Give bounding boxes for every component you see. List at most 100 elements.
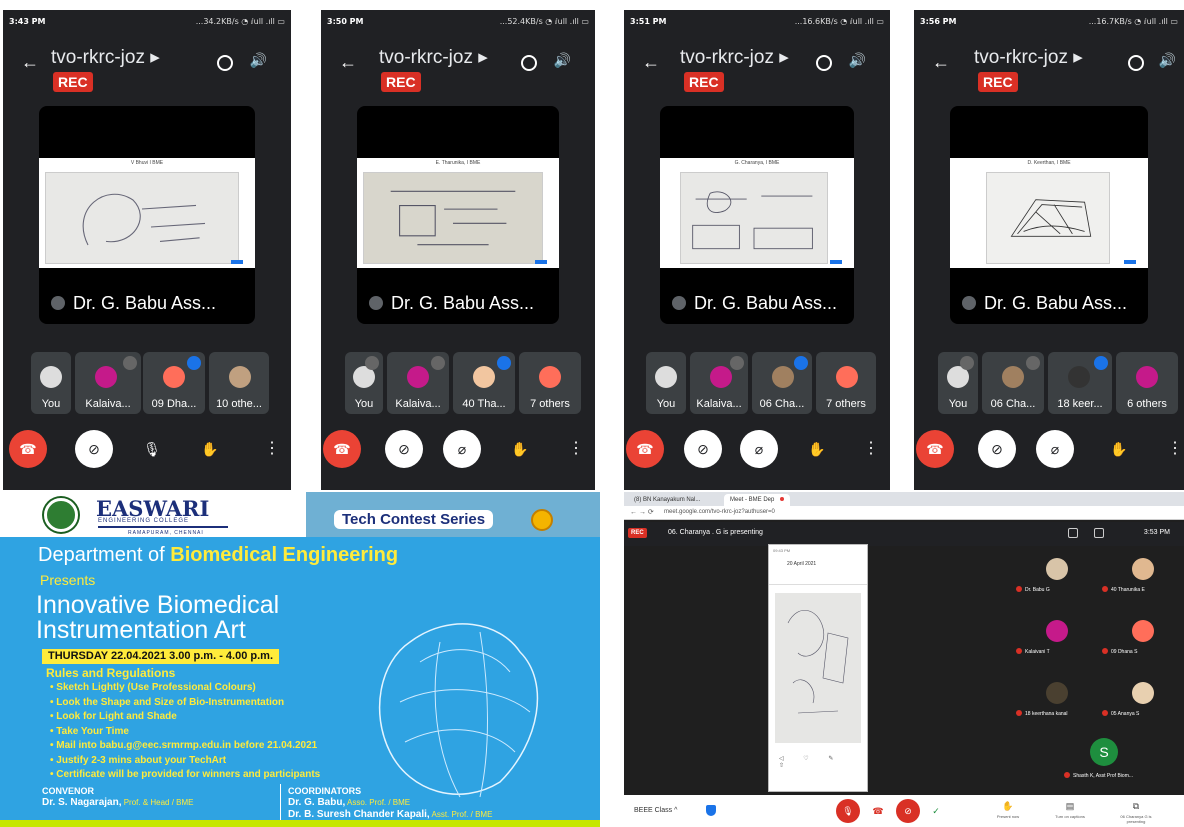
mic-off-button[interactable]: 🎙 — [836, 799, 860, 823]
avatar — [1046, 682, 1068, 704]
address-bar[interactable]: ← → ⟳ meet.google.com/tvo-rkrc-joz?authu… — [624, 506, 1184, 520]
speaking-icon — [1094, 356, 1108, 370]
participant-tile[interactable]: 09 Dha... — [143, 352, 205, 414]
back-arrow-icon[interactable]: ← — [932, 52, 950, 73]
switch-camera-icon[interactable] — [217, 55, 233, 71]
participant-tile[interactable]: Kalaiva... — [690, 352, 748, 414]
camera-toggle-button[interactable]: ⊘ — [75, 430, 113, 468]
end-call-button[interactable]: ☎ — [626, 430, 664, 468]
rules-title: Rules and Regulations — [46, 666, 176, 680]
captions-button[interactable]: ▤ Turn on captions — [1048, 801, 1092, 819]
avatar — [1132, 682, 1154, 704]
end-call-button[interactable]: ☎ — [323, 430, 361, 468]
participant-tile[interactable]: Dr. Babu G — [1012, 554, 1096, 600]
presenting-button[interactable]: ⧉ 06 Charanya G is presenting — [1114, 801, 1158, 824]
participant-tile[interactable]: You — [938, 352, 978, 414]
participant-tile[interactable]: 18 keerthana kanal — [1012, 678, 1096, 724]
presenter-tile[interactable]: E. Tharunika, I BME Dr. G. Babu Ass... — [357, 106, 559, 324]
participant-tile[interactable]: 09 Dhana S — [1098, 616, 1182, 662]
phone-screen-1: 3:43 PM ...34.2KB/s ◔ ⅈull .ıll ▭ ← tvo-r… — [3, 10, 291, 490]
mic-button[interactable]: ⌀ — [443, 430, 481, 468]
meeting-title[interactable]: tvo-rkrc-joz ▸ — [974, 46, 1083, 69]
meeting-title[interactable]: tvo-rkrc-joz ▸ — [379, 46, 488, 69]
participant-tile[interactable]: 40 Tharunika E — [1098, 554, 1182, 600]
more-options-icon[interactable]: ⋮ — [852, 430, 890, 468]
camera-off-button[interactable]: ⊘ — [896, 799, 920, 823]
rec-badge: REC — [381, 72, 421, 92]
presenter-tile[interactable]: D. Keerthan, I BME Dr. G. Babu Ass... — [950, 106, 1148, 324]
more-options-icon[interactable]: ⋮ — [1156, 430, 1184, 468]
more-options-icon[interactable]: ⋮ — [253, 430, 291, 468]
participant-tile[interactable]: 06 Cha... — [982, 352, 1044, 414]
participant-tile[interactable]: 7 others — [519, 352, 581, 414]
camera-toggle-button[interactable]: ⊘ — [978, 430, 1016, 468]
browser-tab[interactable]: (8) BN Kanayakum Nal... — [628, 494, 706, 506]
participant-tile[interactable]: You — [31, 352, 71, 414]
switch-camera-icon[interactable] — [816, 55, 832, 71]
participant-tile[interactable]: 18 keer... — [1048, 352, 1112, 414]
end-call-button[interactable]: ☎ — [9, 430, 47, 468]
meeting-code[interactable]: BEEE Class ^ — [634, 807, 677, 814]
mic-button[interactable]: ⌀ — [740, 430, 778, 468]
presenter-tile[interactable]: G. Charanya, I BME Dr. G. Babu Ass... — [660, 106, 854, 324]
gear-icon — [531, 509, 553, 531]
participant-tile[interactable]: Kalaivani T — [1012, 616, 1096, 662]
switch-camera-icon[interactable] — [1128, 55, 1144, 71]
check-icon[interactable]: ✓ — [924, 799, 948, 823]
back-arrow-icon[interactable]: ← — [21, 52, 39, 73]
participant-tile[interactable]: Kalaiva... — [387, 352, 449, 414]
meeting-title[interactable]: tvo-rkrc-joz ▸ — [51, 46, 160, 69]
college-seal-icon — [44, 498, 78, 532]
avatar — [1136, 366, 1158, 388]
back-arrow-icon[interactable]: ← — [642, 52, 660, 73]
switch-camera-icon[interactable] — [521, 55, 537, 71]
present-now-button[interactable]: ✋ Present now — [986, 801, 1030, 819]
people-icon[interactable] — [1068, 528, 1078, 538]
speaker-icon[interactable]: 🔊 — [250, 52, 267, 69]
participant-tile[interactable]: 7 others — [816, 352, 876, 414]
more-options-icon[interactable]: ⋮ — [557, 430, 595, 468]
phone-status: 09:43 PM — [773, 548, 791, 553]
camera-toggle-button[interactable]: ⊘ — [684, 430, 722, 468]
participant-strip: You Kalaiva... 09 Dha... 10 othe... — [13, 352, 281, 416]
participant-tile[interactable]: 06 Cha... — [752, 352, 812, 414]
status-icons: ...16.6KB/s ◔ ⅈull .ıll ▭ — [794, 17, 884, 26]
avatar — [1046, 558, 1068, 580]
participant-tile[interactable]: Kalaiva... — [75, 352, 141, 414]
browser-tab-active[interactable]: Meet - BME Dep — [724, 494, 791, 506]
avatar[interactable]: S — [1090, 738, 1118, 766]
speaking-icon — [187, 356, 201, 370]
college-subtitle: ENGINEERING COLLEGE — [98, 518, 190, 524]
coordinator-line: Dr. G. Babu, Asso. Prof. / BME — [288, 797, 411, 808]
camera-toggle-button[interactable]: ⊘ — [385, 430, 423, 468]
end-call-button[interactable]: ☎ — [916, 430, 954, 468]
raise-hand-button[interactable]: ✋ — [1100, 430, 1138, 468]
chat-icon[interactable] — [1094, 528, 1104, 538]
series-badge: Tech Contest Series — [334, 510, 494, 529]
speaker-icon[interactable]: 🔊 — [554, 52, 571, 69]
sketch-image — [775, 593, 861, 743]
tile-name: Dr. G. Babu Ass... — [51, 293, 216, 314]
avatar — [40, 366, 62, 388]
speaker-icon[interactable]: 🔊 — [1159, 52, 1176, 69]
participant-tile[interactable]: You — [345, 352, 383, 414]
presenter-tile[interactable]: V Bhuvi I BME Dr. G. Babu Ass... — [39, 106, 255, 324]
participant-tile[interactable]: 05 Ananya S — [1098, 678, 1182, 724]
nav-arrows-icon[interactable]: ← → ⟳ — [630, 508, 654, 516]
speaker-icon[interactable]: 🔊 — [849, 52, 866, 69]
participant-tile[interactable]: 6 others — [1116, 352, 1178, 414]
raise-hand-button[interactable]: ✋ — [798, 430, 836, 468]
raise-hand-button[interactable]: ✋ — [501, 430, 539, 468]
participant-tile[interactable]: 10 othe... — [209, 352, 269, 414]
presented-phone-screen: 09:43 PM 20 April 2021 ◁ ♡ ✎ ⇧ — [768, 544, 868, 792]
raise-hand-button[interactable]: ✋ — [191, 430, 229, 468]
list-item: Take Your Time — [50, 726, 320, 741]
participant-tile[interactable]: You — [646, 352, 686, 414]
end-call-button[interactable]: ☎ — [866, 799, 890, 823]
mic-button[interactable]: ⌀ — [1036, 430, 1074, 468]
shared-caption: D. Keerthan, I BME — [1027, 160, 1071, 166]
meeting-title[interactable]: tvo-rkrc-joz ▸ — [680, 46, 789, 69]
mic-button[interactable]: 🎙 — [133, 430, 171, 468]
back-arrow-icon[interactable]: ← — [339, 52, 357, 73]
participant-tile[interactable]: 40 Tha... — [453, 352, 515, 414]
